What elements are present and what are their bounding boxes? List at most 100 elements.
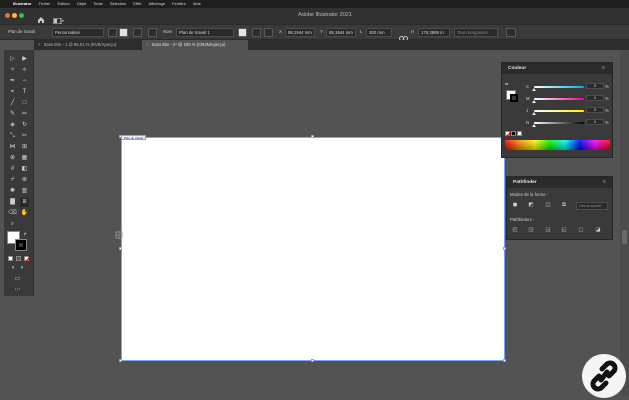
panel-menu-icon[interactable]: ≡ xyxy=(602,65,605,71)
width-tool-icon[interactable]: ⋈ xyxy=(8,143,17,152)
black-slider[interactable] xyxy=(532,122,584,127)
graph-tool-icon[interactable]: ▇ xyxy=(8,198,17,207)
tab-document-1[interactable]: × Sans titre - 1 @ 66,51 % (RVB/Aperçu) xyxy=(34,40,142,50)
menu-aide[interactable]: Aide xyxy=(193,0,201,8)
slider-thumb[interactable] xyxy=(532,100,536,103)
artboard-tool-icon[interactable]: ⧈ xyxy=(20,198,29,207)
rectangle-tool-icon[interactable]: □ xyxy=(20,99,29,108)
column-graph-tool-icon[interactable]: ▥ xyxy=(20,187,29,196)
crop-icon[interactable]: ◱ xyxy=(560,227,568,234)
menu-illustrator[interactable]: Illustrator xyxy=(13,0,31,8)
vertical-scrollbar[interactable] xyxy=(620,50,629,396)
menu-effet[interactable]: Effet xyxy=(133,0,141,8)
divide-icon[interactable]: ◰ xyxy=(511,227,519,234)
panel-menu-icon[interactable]: ≡ xyxy=(603,179,606,185)
close-icon[interactable]: × xyxy=(146,42,149,47)
artboard-label[interactable]: Plan de travail xyxy=(121,135,147,140)
draw-mode-icon[interactable]: ◑ xyxy=(8,264,17,273)
rearrange-all-button[interactable]: Tout réorganiser xyxy=(454,28,498,37)
artboard-options-button[interactable] xyxy=(252,28,261,37)
menu-fichier[interactable]: Fichier xyxy=(38,0,50,8)
magic-wand-tool-icon[interactable]: ✧ xyxy=(8,66,17,75)
minus-front-icon[interactable]: ◩ xyxy=(527,202,535,209)
width-field[interactable]: 300 mm xyxy=(366,28,392,37)
artboard-handle[interactable] xyxy=(311,135,314,138)
minimize-window-button[interactable] xyxy=(12,13,17,18)
none-mode-icon[interactable] xyxy=(24,256,30,262)
artboard-handle[interactable] xyxy=(503,247,506,250)
swap-fill-stroke-icon[interactable]: ↱ xyxy=(23,232,29,238)
artboard-handle[interactable] xyxy=(119,247,122,250)
scale-tool-icon[interactable]: ⤡ xyxy=(8,132,17,141)
blend-tool-icon[interactable]: ⊗ xyxy=(20,176,29,185)
menu-edition[interactable]: Edition xyxy=(57,0,69,8)
draw-inside-icon[interactable]: ◐ xyxy=(18,264,27,273)
eraser-tool-icon[interactable]: ◈ xyxy=(8,121,17,130)
white-swatch[interactable] xyxy=(517,131,522,136)
slider-thumb[interactable] xyxy=(532,124,536,127)
artboard-handle[interactable] xyxy=(119,359,122,362)
scissors-tool-icon[interactable]: ✂ xyxy=(20,132,29,141)
line-tool-icon[interactable]: ╱ xyxy=(8,99,17,108)
menu-texte[interactable]: Texte xyxy=(93,0,103,8)
portrait-orientation-button[interactable] xyxy=(108,28,117,37)
artboard-handle[interactable] xyxy=(311,359,314,362)
y-field[interactable]: 88,1944 mm xyxy=(326,28,356,37)
menu-affichage[interactable]: Affichage xyxy=(148,0,165,8)
new-artboard-button[interactable] xyxy=(133,28,142,37)
trim-icon[interactable]: ◳ xyxy=(527,227,535,234)
gradient-mode-icon[interactable] xyxy=(16,256,21,261)
stroke-swatch[interactable] xyxy=(15,239,27,251)
selection-tool-icon[interactable]: ▷ xyxy=(8,55,17,64)
menu-fenetre[interactable]: Fenêtre xyxy=(172,0,186,8)
perspective-grid-tool-icon[interactable]: ▦ xyxy=(20,154,29,163)
x-field[interactable]: 88,1944 mm xyxy=(285,28,315,37)
black-swatch[interactable] xyxy=(511,131,516,136)
color-mode-icon[interactable] xyxy=(8,256,13,261)
panel-toggle-icon[interactable] xyxy=(506,28,516,37)
direct-selection-tool-icon[interactable]: ▶ xyxy=(20,55,29,64)
cyan-value[interactable]: 0 xyxy=(586,83,604,89)
close-window-button[interactable] xyxy=(5,13,10,18)
zoom-window-button[interactable] xyxy=(19,13,24,18)
mesh-tool-icon[interactable]: # xyxy=(8,165,17,174)
cyan-slider[interactable] xyxy=(532,86,584,91)
edit-toolbar-icon[interactable]: ⋯ xyxy=(13,286,22,295)
rotate-tool-icon[interactable]: ↻ xyxy=(20,121,29,130)
curvature-tool-icon[interactable]: ∽ xyxy=(20,77,29,86)
eyedropper-tool-icon[interactable]: ⌿ xyxy=(8,176,17,185)
anchor-tool-icon[interactable]: ⌖ xyxy=(8,88,17,97)
delete-artboard-button[interactable] xyxy=(148,28,157,37)
hand-tool-icon[interactable]: ✋ xyxy=(20,209,29,218)
shape-builder-tool-icon[interactable]: ⊕ xyxy=(8,154,17,163)
color-stroke-swatch[interactable] xyxy=(510,94,518,102)
menu-selection[interactable]: Sélection xyxy=(110,0,126,8)
magenta-slider[interactable] xyxy=(532,98,584,103)
home-icon[interactable] xyxy=(37,11,45,23)
minus-back-icon[interactable]: ◪ xyxy=(594,227,602,234)
yellow-value[interactable]: 0 xyxy=(586,107,604,113)
free-transform-tool-icon[interactable]: ⊞ xyxy=(20,143,29,152)
lasso-tool-icon[interactable]: ⟡ xyxy=(20,66,29,75)
intersect-icon[interactable]: ◫ xyxy=(544,202,552,209)
menu-objet[interactable]: Objet xyxy=(77,0,87,8)
artboard-name-field[interactable]: Plan de travail 1 xyxy=(176,28,234,37)
magenta-value[interactable]: 0 xyxy=(586,95,604,101)
type-tool-icon[interactable]: T xyxy=(20,88,29,97)
slider-thumb[interactable] xyxy=(532,112,536,115)
move-with-artboard-icon[interactable] xyxy=(238,28,247,37)
expand-button[interactable]: Décomposer xyxy=(576,202,608,210)
zoom-tool-icon[interactable]: ⌕ xyxy=(8,220,17,229)
pencil-tool-icon[interactable]: ✏ xyxy=(20,110,29,119)
link-proportions-icon[interactable] xyxy=(399,29,408,41)
height-field[interactable]: 176,3889 m xyxy=(418,28,450,37)
scrollbar-thumb[interactable] xyxy=(622,230,627,244)
exclude-icon[interactable]: ⧉ xyxy=(560,202,568,209)
artboard-handle[interactable] xyxy=(503,359,506,362)
black-value[interactable]: 0 xyxy=(586,119,604,125)
pen-tool-icon[interactable]: ✒ xyxy=(8,77,17,86)
landscape-orientation-button[interactable] xyxy=(119,28,128,37)
yellow-slider[interactable] xyxy=(532,110,584,115)
symbol-sprayer-tool-icon[interactable]: ✺ xyxy=(8,187,17,196)
unite-icon[interactable]: ◼ xyxy=(511,202,519,209)
